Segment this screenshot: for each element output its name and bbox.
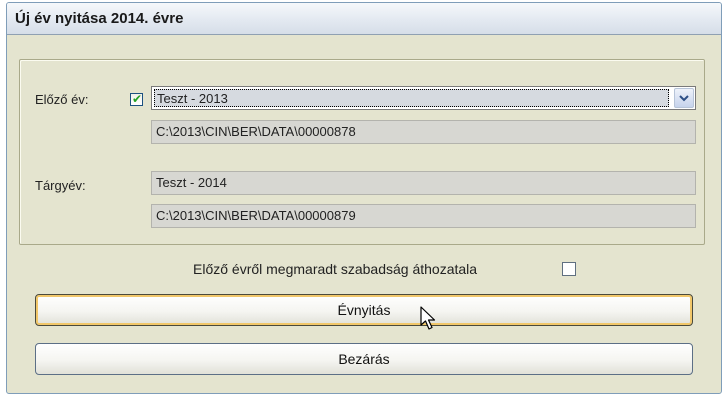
dropdown-button[interactable] (674, 88, 694, 108)
mouse-pointer-icon (420, 306, 436, 330)
previous-year-select[interactable]: Teszt - 2013 (151, 86, 696, 110)
carry-leave-label: Előző évről megmaradt szabadság áthozata… (193, 261, 478, 277)
previous-year-checkbox[interactable]: ✔ (130, 92, 143, 106)
target-year-label: Tárgyév: (35, 178, 86, 193)
year-settings-group: Előző év: ✔ Teszt - 2013 C:\2013\CIN\BER… (19, 59, 705, 245)
target-year-name: Teszt - 2014 (151, 171, 696, 195)
check-mark-icon: ✔ (132, 92, 143, 106)
previous-year-path: C:\2013\CIN\BER\DATA\00000878 (151, 120, 696, 144)
previous-year-label: Előző év: (35, 92, 89, 107)
carry-leave-checkbox[interactable] (562, 262, 576, 276)
dialog-title: Új év nyitása 2014. évre (7, 3, 721, 35)
close-button[interactable]: Bezárás (35, 343, 693, 375)
new-year-dialog: Új év nyitása 2014. évre Előző év: ✔ Tes… (6, 2, 722, 394)
previous-year-selected-value: Teszt - 2013 (154, 89, 669, 107)
chevron-down-icon (679, 95, 689, 102)
target-year-path: C:\2013\CIN\BER\DATA\00000879 (151, 204, 696, 228)
open-year-button[interactable]: Évnyitás (35, 294, 693, 326)
